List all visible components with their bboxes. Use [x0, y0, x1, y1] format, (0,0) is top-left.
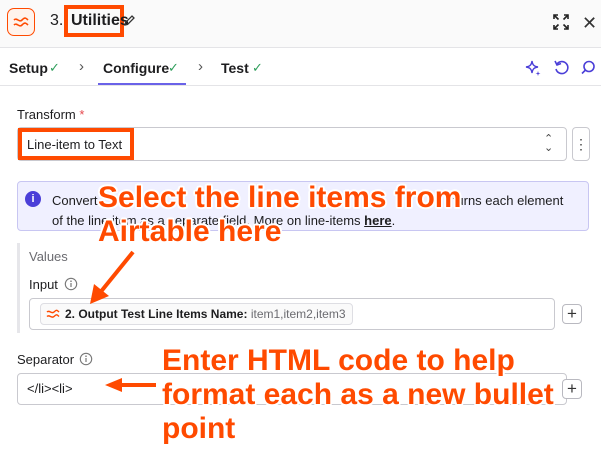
info-icon: i: [25, 191, 41, 207]
info-circle-icon[interactable]: [64, 277, 78, 296]
check-icon: ✓: [252, 60, 263, 75]
tab-test[interactable]: Test: [221, 60, 249, 76]
add-field-button[interactable]: +: [562, 304, 582, 324]
chevron-right-icon: ›: [79, 58, 84, 75]
transform-select-value: Line-item to Text: [27, 137, 123, 152]
more-options-button[interactable]: ⋮: [572, 127, 590, 161]
search-icon[interactable]: [580, 59, 597, 81]
tabs-divider: [0, 85, 601, 86]
annotation-arrow: [104, 377, 158, 398]
annotation-arrow: [85, 248, 145, 313]
annotation-select-items: Select the line items from Airtable here: [98, 181, 462, 248]
tab-configure[interactable]: Configure: [103, 60, 169, 76]
step-number: 3.: [50, 12, 64, 29]
check-icon: ✓: [49, 60, 60, 75]
chevron-updown-icon: ⌃ ⌄: [544, 133, 554, 154]
info-circle-icon[interactable]: [79, 352, 93, 371]
transform-label: Transform *: [17, 107, 85, 122]
expand-icon[interactable]: [553, 14, 569, 35]
tab-setup[interactable]: Setup: [9, 60, 48, 76]
separator-value: </li><li>: [27, 381, 73, 396]
values-title: Values: [29, 249, 68, 264]
undo-icon[interactable]: [553, 59, 570, 81]
pencil-icon[interactable]: [123, 14, 136, 32]
close-icon[interactable]: ✕: [582, 14, 597, 32]
app-icon: [46, 307, 60, 327]
chevron-right-icon: ›: [198, 58, 203, 75]
values-group-bar: [17, 243, 20, 333]
separator-label: Separator: [17, 352, 75, 367]
pill-field-value: item1,item2,item3: [250, 307, 346, 321]
check-icon: ✓: [168, 60, 179, 75]
header-divider: [0, 47, 601, 48]
step-title[interactable]: Utilities: [71, 12, 129, 30]
annotation-html-code: Enter HTML code to help format each as a…: [162, 344, 554, 445]
app-icon[interactable]: [7, 8, 35, 36]
add-field-button[interactable]: +: [562, 379, 582, 399]
sparkle-icon[interactable]: [524, 59, 542, 82]
input-label: Input: [29, 277, 58, 292]
